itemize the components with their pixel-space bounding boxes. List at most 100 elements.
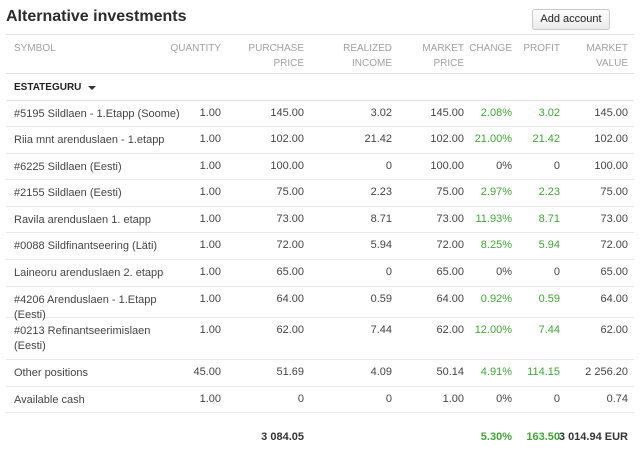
cell-realized-income: 2.23 (370, 186, 392, 198)
cell-market-price: 73.00 (436, 213, 464, 225)
cell-profit: 0 (553, 393, 560, 405)
cell-profit: 2.23 (538, 186, 560, 198)
account-group-label[interactable]: ESTATEGURU (14, 82, 81, 93)
cell-symbol[interactable]: Riia mnt arenduslaen - 1.etapp (14, 133, 164, 148)
cell-quantity: 1.00 (199, 266, 221, 278)
cell-market-value: 73.00 (600, 213, 628, 225)
cell-purchase-price: 65.00 (276, 266, 304, 278)
cell-symbol[interactable]: #2155 Sildlaen (Eesti) (14, 186, 122, 201)
cell-symbol[interactable]: #0088 Sildfinantseering (Läti) (14, 239, 157, 254)
table-row[interactable]: Available cash 1.00 0 0 1.00 0% 0 0.74 (6, 387, 634, 413)
cell-symbol[interactable]: Available cash (14, 393, 85, 408)
cell-change: 4.91% (480, 366, 512, 378)
table-row[interactable]: #0088 Sildfinantseering (Läti) 1.00 72.00 5… (6, 233, 634, 260)
cell-market-price: 100.00 (430, 160, 464, 172)
cell-profit: 0 (553, 160, 560, 172)
cell-change: 11.93% (475, 213, 513, 225)
cell-profit: 3.02 (538, 107, 560, 119)
cell-symbol[interactable]: Other positions (14, 366, 88, 381)
cell-quantity: 1.00 (199, 239, 221, 251)
cell-market-value: 64.00 (600, 293, 628, 305)
cell-symbol[interactable]: Ravila arenduslaen 1. etapp (14, 213, 151, 228)
table-row[interactable]: #2155 Sildlaen (Eesti) 1.00 75.00 2.23 75.00… (6, 180, 634, 207)
column-header-change[interactable]: CHANGE (469, 41, 512, 56)
cell-quantity: 1.00 (199, 186, 221, 198)
total-change: 5.30% (480, 431, 512, 443)
cell-market-price: 1.00 (442, 393, 464, 405)
table-row[interactable]: Laineoru arenduslaen 2. etapp 1.00 65.00 0 6… (6, 260, 634, 287)
cell-profit: 0 (553, 266, 560, 278)
cell-realized-income: 5.94 (370, 239, 392, 251)
cell-profit: 21.42 (532, 133, 560, 145)
cell-realized-income: 0 (385, 393, 392, 405)
column-header-market-value[interactable]: MARKET VALUE (586, 41, 628, 71)
column-header-market-price[interactable]: MARKET PRICE (422, 41, 464, 71)
add-account-button[interactable]: Add account (532, 9, 610, 30)
column-header-profit[interactable]: PROFIT (523, 41, 560, 56)
cell-purchase-price: 72.00 (276, 239, 304, 251)
cell-change: 0.92% (480, 293, 512, 305)
total-profit: 163.50 (526, 431, 560, 443)
table-row[interactable]: Riia mnt arenduslaen - 1.etapp 1.00 102.00… (6, 127, 634, 154)
cell-symbol[interactable]: Laineoru arenduslaen 2. etapp (14, 266, 163, 281)
cell-quantity: 1.00 (199, 393, 221, 405)
cell-change: 21.00% (474, 133, 512, 145)
cell-market-value: 72.00 (600, 239, 628, 251)
cell-change: 0% (496, 160, 512, 172)
column-header-realized-income[interactable]: REALIZED INCOME (343, 41, 392, 71)
table-header: SYMBOL QUANTITY PURCHASE PRICE REALIZED … (6, 34, 634, 74)
cell-realized-income: 0 (385, 160, 392, 172)
table-row[interactable]: #5195 Sildlaen - 1.Etapp (Soome) 1.00 145.… (6, 101, 634, 127)
total-row: 3 084.05 5.30% 163.50 3 014.94 EUR (6, 426, 634, 448)
cell-realized-income: 7.44 (370, 324, 392, 336)
cell-purchase-price: 73.00 (276, 213, 304, 225)
cell-quantity: 1.00 (199, 293, 221, 305)
cell-market-price: 65.00 (436, 266, 464, 278)
cell-profit: 5.94 (538, 239, 560, 251)
account-group-header[interactable]: ESTATEGURU (6, 74, 634, 101)
cell-purchase-price: 64.00 (276, 293, 304, 305)
caret-down-icon[interactable] (88, 86, 96, 90)
cell-symbol[interactable]: #6225 Sildlaen (Eesti) (14, 160, 122, 175)
cell-quantity: 1.00 (199, 324, 221, 336)
cell-symbol[interactable]: #5195 Sildlaen - 1.Etapp (Soome) (14, 107, 180, 122)
page-title: Alternative investments (6, 8, 187, 25)
table-row[interactable]: #0213 Refinantseerimislaen (Eesti) 1.00 62… (6, 318, 634, 360)
cell-realized-income: 4.09 (370, 366, 392, 378)
table-row[interactable]: #6225 Sildlaen (Eesti) 1.00 100.00 0 100.00 0… (6, 154, 634, 180)
cell-quantity: 45.00 (193, 366, 221, 378)
cell-quantity: 1.00 (199, 160, 221, 172)
cell-change: 0% (496, 393, 512, 405)
cell-market-price: 62.00 (436, 324, 464, 336)
table-row[interactable]: #4206 Arenduslaen - 1.Etapp (Eesti) 1.00 6… (6, 287, 634, 321)
cell-purchase-price: 145.00 (270, 107, 304, 119)
cell-purchase-price: 62.00 (276, 324, 304, 336)
total-market-value: 3 014.94 EUR (558, 431, 628, 443)
cell-market-value: 62.00 (600, 324, 628, 336)
cell-market-value: 145.00 (594, 107, 628, 119)
cell-realized-income: 3.02 (370, 107, 392, 119)
cell-market-price: 102.00 (430, 133, 464, 145)
cell-market-price: 64.00 (436, 293, 464, 305)
cell-quantity: 1.00 (199, 107, 221, 119)
cell-market-price: 50.14 (436, 366, 464, 378)
cell-profit: 7.44 (538, 324, 560, 336)
cell-market-price: 75.00 (436, 186, 464, 198)
cell-market-value: 2 256.20 (585, 366, 628, 378)
cell-realized-income: 21.42 (364, 133, 392, 145)
cell-market-value: 102.00 (594, 133, 628, 145)
cell-profit: 114.15 (527, 366, 560, 378)
cell-market-value: 0.74 (606, 393, 628, 405)
column-header-symbol[interactable]: SYMBOL (14, 41, 56, 56)
cell-purchase-price: 100.00 (270, 160, 304, 172)
column-header-purchase-price[interactable]: PURCHASE PRICE (248, 41, 304, 71)
table-row[interactable]: Other positions 45.00 51.69 4.09 50.14 4.91% 1… (6, 360, 634, 387)
cell-quantity: 1.00 (199, 133, 221, 145)
column-header-quantity[interactable]: QUANTITY (170, 41, 221, 56)
table-row[interactable]: Ravila arenduslaen 1. etapp 1.00 73.00 8.71… (6, 207, 634, 233)
cell-market-value: 75.00 (600, 186, 628, 198)
cell-realized-income: 0.59 (370, 293, 392, 305)
cell-market-value: 65.00 (600, 266, 628, 278)
cell-change: 0% (496, 266, 512, 278)
cell-symbol[interactable]: #0213 Refinantseerimislaen (Eesti) (14, 324, 150, 354)
